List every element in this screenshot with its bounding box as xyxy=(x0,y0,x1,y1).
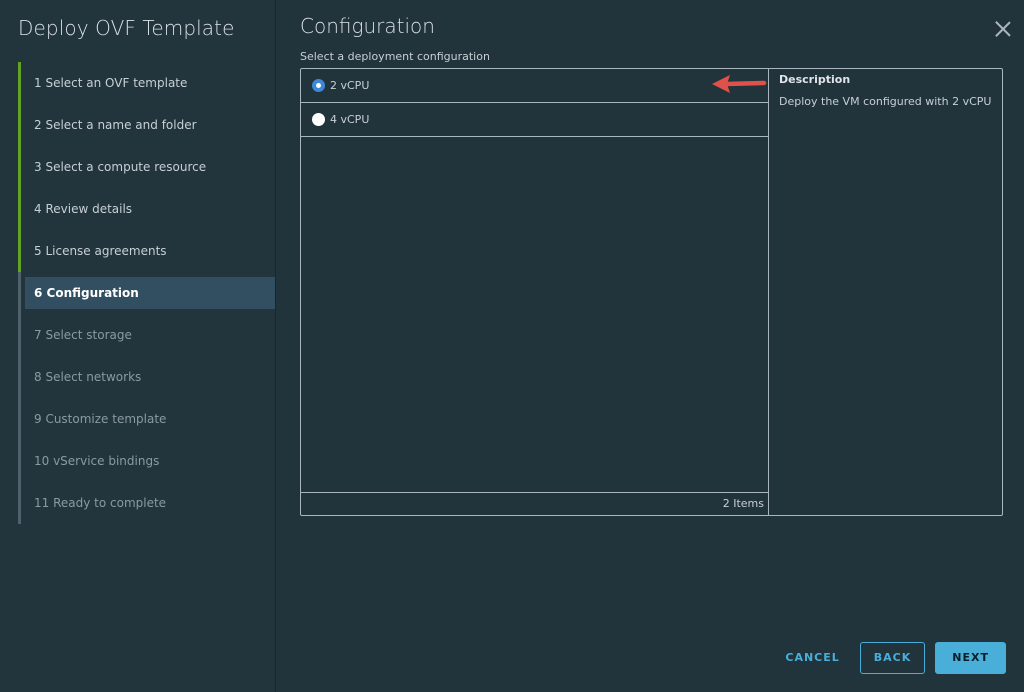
wizard-steps: 1 Select an OVF template 2 Select a name… xyxy=(18,62,276,524)
wizard-title: Deploy OVF Template xyxy=(18,16,235,40)
step-label: 3 Select a compute resource xyxy=(34,160,207,174)
step-label: 4 Review details xyxy=(34,202,133,216)
close-icon[interactable] xyxy=(994,20,1012,38)
page-title: Configuration xyxy=(300,14,435,38)
back-button[interactable]: BACK xyxy=(859,642,926,674)
step-label: 7 Select storage xyxy=(34,328,132,342)
description-heading: Description xyxy=(779,73,851,86)
step-progress-bar xyxy=(18,62,21,104)
configuration-panel: 2 vCPU 4 vCPU 2 Items Description Deploy… xyxy=(300,68,1003,516)
step-progress-bar xyxy=(18,440,21,482)
step-configuration[interactable]: 6 Configuration xyxy=(18,272,275,314)
step-label: 11 Ready to complete xyxy=(34,496,167,510)
list-item-count: 2 Items xyxy=(301,492,768,515)
step-progress-bar xyxy=(18,188,21,230)
step-customize-template: 9 Customize template xyxy=(18,398,276,440)
step-progress-bar xyxy=(18,314,21,356)
step-select-networks: 8 Select networks xyxy=(18,356,276,398)
step-review-details[interactable]: 4 Review details xyxy=(18,188,276,230)
step-vservice-bindings: 10 vService bindings xyxy=(18,440,276,482)
configuration-list: 2 vCPU 4 vCPU 2 Items xyxy=(301,69,769,515)
step-progress-bar xyxy=(18,272,21,314)
step-progress-bar xyxy=(18,398,21,440)
list-item-2-vcpu[interactable]: 2 vCPU xyxy=(301,69,768,103)
step-select-ovf-template[interactable]: 1 Select an OVF template xyxy=(18,62,276,104)
step-select-compute-resource[interactable]: 3 Select a compute resource xyxy=(18,146,276,188)
next-button[interactable]: NEXT xyxy=(935,642,1006,674)
step-progress-bar xyxy=(18,482,21,524)
step-label: 6 Configuration xyxy=(34,286,139,300)
option-label: 4 vCPU xyxy=(330,113,370,126)
radio-selected-icon[interactable] xyxy=(312,79,325,92)
annotation-arrow-icon xyxy=(712,75,767,93)
wizard-sidebar: Deploy OVF Template 1 Select an OVF temp… xyxy=(0,0,276,692)
step-label: 2 Select a name and folder xyxy=(34,118,197,132)
step-label: 1 Select an OVF template xyxy=(34,76,188,90)
step-label: 9 Customize template xyxy=(34,412,167,426)
description-pane: Description Deploy the VM configured wit… xyxy=(779,73,999,108)
step-progress-bar xyxy=(18,146,21,188)
step-select-storage: 7 Select storage xyxy=(18,314,276,356)
step-progress-bar xyxy=(18,104,21,146)
step-ready-to-complete: 11 Ready to complete xyxy=(18,482,276,524)
step-progress-bar xyxy=(18,230,21,272)
list-item-4-vcpu[interactable]: 4 vCPU xyxy=(301,103,768,137)
cancel-button[interactable]: CANCEL xyxy=(771,642,853,674)
step-progress-bar xyxy=(18,356,21,398)
step-label: 10 vService bindings xyxy=(34,454,160,468)
step-label: 5 License agreements xyxy=(34,244,167,258)
step-select-name-folder[interactable]: 2 Select a name and folder xyxy=(18,104,276,146)
main-content: Configuration Select a deployment config… xyxy=(276,0,1024,692)
step-label: 8 Select networks xyxy=(34,370,142,384)
radio-unselected-icon[interactable] xyxy=(312,113,325,126)
description-text: Deploy the VM configured with 2 vCPU xyxy=(779,95,992,108)
step-license-agreements[interactable]: 5 License agreements xyxy=(18,230,276,272)
section-subtitle: Select a deployment configuration xyxy=(300,50,490,63)
footer-buttons: CANCEL BACK NEXT xyxy=(771,642,1006,674)
option-label: 2 vCPU xyxy=(330,79,370,92)
